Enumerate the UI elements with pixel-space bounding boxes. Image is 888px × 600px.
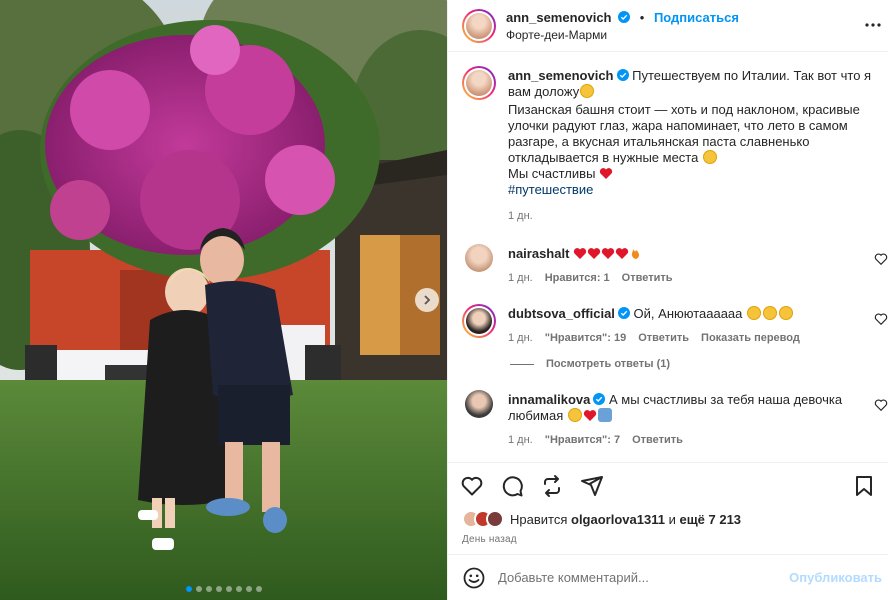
caption-line-2: Пизанская башня стоит — хоть и под накло… xyxy=(508,102,860,165)
hug-emoji-icon xyxy=(597,408,612,422)
publish-button[interactable]: Опубликовать xyxy=(789,570,882,585)
tongue-emoji-icon xyxy=(580,84,595,98)
caption-username[interactable]: ann_semenovich xyxy=(508,68,614,83)
comment-likes[interactable]: "Нравится": 19 xyxy=(545,332,626,344)
verified-icon xyxy=(593,393,606,405)
send-button[interactable] xyxy=(580,466,620,506)
chevron-right-icon xyxy=(424,295,431,305)
carousel-dot xyxy=(205,586,212,592)
comment-item: innamalikova А мы счастливы за тебя наша… xyxy=(462,390,888,446)
likers-avatars xyxy=(462,510,504,528)
comment-item: nairashalt 1 дн. Нравится: 1 Ответить xyxy=(462,244,888,284)
add-comment-bar: Опубликовать xyxy=(448,554,888,600)
replies-divider xyxy=(510,363,534,365)
post-header: ann_semenovich • Подписаться Форте-деи-М… xyxy=(448,0,888,52)
heart-eyes-emoji-icon xyxy=(567,408,582,422)
hearts-emoji-icon xyxy=(573,246,643,261)
comment-icon xyxy=(502,475,523,496)
comments-section: ann_semenovich Путешествуем по Италии. Т… xyxy=(448,52,888,462)
bookmark-icon xyxy=(856,475,872,496)
like-comment-heart-icon[interactable] xyxy=(874,252,888,266)
carousel-dot xyxy=(255,586,262,592)
verified-icon xyxy=(616,69,629,81)
heart-icon xyxy=(461,476,483,495)
fire-emoji-icon xyxy=(631,249,640,259)
carousel-dot xyxy=(245,586,252,592)
carousel-dot xyxy=(195,586,202,592)
next-slide-button[interactable] xyxy=(415,288,439,312)
separator-dot: • xyxy=(639,9,645,25)
verified-icon xyxy=(617,307,630,319)
show-translation-button[interactable]: Показать перевод xyxy=(701,332,800,344)
comment-time[interactable]: 1 дн. xyxy=(508,272,533,284)
caption-time[interactable]: 1 дн. xyxy=(508,210,533,222)
likes-and: и xyxy=(668,511,676,527)
carousel-dot xyxy=(235,586,242,592)
commenter-avatar[interactable] xyxy=(462,304,496,338)
liker-username[interactable]: olgaorlova1311 xyxy=(571,512,665,527)
heart-emoji-icon xyxy=(583,410,597,421)
comment-username[interactable]: nairashalt xyxy=(508,246,569,261)
carousel-dot xyxy=(225,586,232,592)
heart-eyes-emoji-icon xyxy=(747,306,762,320)
heart-eyes-emoji-icon xyxy=(763,306,778,320)
like-comment-heart-icon[interactable] xyxy=(874,312,888,326)
carousel-dot xyxy=(215,586,222,592)
more-icon xyxy=(865,23,881,27)
carousel-dot xyxy=(185,586,192,592)
heart-eyes-emoji-icon xyxy=(779,306,794,320)
comment-input[interactable] xyxy=(498,570,790,585)
post-actions xyxy=(448,462,888,508)
likes-prefix: Нравится xyxy=(510,511,568,527)
send-icon xyxy=(581,475,603,496)
emoji-icon[interactable] xyxy=(462,566,486,590)
follow-button[interactable]: Подписаться xyxy=(654,10,739,25)
comment-text: Ой, Анюютаааааа xyxy=(633,306,743,321)
author-avatar[interactable] xyxy=(462,8,496,43)
comment-username[interactable]: dubtsova_official xyxy=(508,306,615,321)
comment-time[interactable]: 1 дн. xyxy=(508,332,533,344)
caption-line-3: Мы счастливы xyxy=(508,166,596,181)
caption: ann_semenovich Путешествуем по Италии. Т… xyxy=(462,66,888,222)
comment-username[interactable]: innamalikova xyxy=(508,392,590,407)
reply-button[interactable]: Ответить xyxy=(632,434,683,446)
commenter-avatar[interactable] xyxy=(465,244,493,272)
post-date[interactable]: День назад xyxy=(448,530,888,554)
share-button[interactable] xyxy=(540,466,580,506)
caption-avatar[interactable] xyxy=(462,66,496,100)
likes-count[interactable]: ещё 7 213 xyxy=(679,512,741,527)
commenter-avatar[interactable] xyxy=(465,390,493,418)
comment-likes[interactable]: Нравится: 1 xyxy=(545,272,610,284)
reply-button[interactable]: Ответить xyxy=(622,272,673,284)
heart-emoji-icon xyxy=(599,168,613,179)
more-options-button[interactable] xyxy=(862,14,884,36)
share-icon xyxy=(544,474,560,497)
post-panel: ann_semenovich • Подписаться Форте-деи-М… xyxy=(447,0,888,600)
likes-summary[interactable]: Нравится olgaorlova1311 и ещё 7 213 xyxy=(448,508,888,530)
view-replies-label: Посмотреть ответы (1) xyxy=(546,358,671,370)
comment-item: dubtsova_official Ой, Анюютаааааа 1 дн. … xyxy=(462,304,888,344)
hashtag-link[interactable]: #путешествие xyxy=(508,182,876,198)
like-button[interactable] xyxy=(460,466,500,506)
comment-button[interactable] xyxy=(500,466,540,506)
verified-icon xyxy=(618,10,631,23)
post-photo[interactable] xyxy=(0,0,447,600)
carousel-dots xyxy=(0,586,447,592)
reply-button[interactable]: Ответить xyxy=(638,332,689,344)
comment-time[interactable]: 1 дн. xyxy=(508,434,533,446)
laughing-emoji-icon xyxy=(702,150,717,164)
like-comment-heart-icon[interactable] xyxy=(874,398,888,412)
save-button[interactable] xyxy=(852,466,880,506)
location-link[interactable]: Форте-деи-Марми xyxy=(506,28,739,42)
photo-scene xyxy=(0,0,447,600)
comment-likes[interactable]: "Нравится": 7 xyxy=(545,434,620,446)
view-replies-button[interactable]: Посмотреть ответы (1) xyxy=(510,358,888,370)
author-username[interactable]: ann_semenovich xyxy=(506,10,612,25)
